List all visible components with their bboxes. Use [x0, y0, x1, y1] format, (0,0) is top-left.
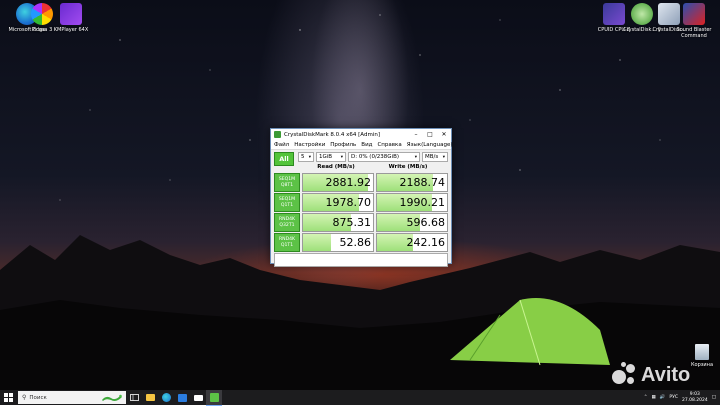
- menu-item-language[interactable]: Язык(Language): [407, 142, 453, 148]
- avito-watermark: Avito: [612, 362, 690, 388]
- mail-icon: [193, 394, 203, 401]
- network-icon[interactable]: ▦: [651, 395, 655, 400]
- read-header: Read (MB/s): [317, 164, 355, 170]
- test-button[interactable]: SEQ1M Q8T1: [274, 173, 300, 192]
- test-size-value: 1GiB: [319, 154, 333, 160]
- desktop-icon-kmplayer[interactable]: KMPlayer 64X: [45, 3, 97, 33]
- task-view-icon: [129, 394, 139, 401]
- write-result: 596.68: [376, 213, 448, 232]
- search-placeholder: Поиск: [29, 394, 47, 401]
- test-params: Q32T1: [279, 222, 295, 228]
- tray-chevron-up-icon[interactable]: ⌃: [644, 395, 648, 400]
- chevron-down-icon: ▾: [442, 154, 445, 160]
- window-title: CrystalDiskMark 8.0.4 x64 [Admin]: [284, 131, 380, 138]
- read-result: 2881.92: [302, 173, 374, 192]
- read-value: 1978.70: [325, 196, 372, 209]
- read-value: 2881.92: [325, 176, 372, 189]
- avito-wordmark: Avito: [641, 363, 691, 386]
- result-row: RND4K Q32T1 875.31 596.68: [274, 213, 448, 232]
- menu-item-settings[interactable]: Настройки: [294, 142, 325, 148]
- write-result: 1990.21: [376, 193, 448, 212]
- test-size-select[interactable]: 1GiB ▾: [316, 152, 346, 162]
- store-icon: [177, 393, 187, 402]
- maximize-button[interactable]: □: [423, 129, 437, 140]
- soundblaster-icon: [683, 3, 705, 25]
- test-count-value: 5: [301, 154, 305, 160]
- task-view-button[interactable]: [126, 390, 142, 405]
- desktop-icon-soundblaster[interactable]: Sound Blaster Command: [668, 3, 720, 39]
- crystaldisk-icon: [209, 392, 219, 402]
- volume-icon[interactable]: 🔊: [660, 395, 666, 400]
- test-params: Q1T1: [280, 242, 294, 248]
- desktop-icon-label: Sound Blaster Command: [676, 27, 712, 39]
- system-tray: ⌃ ▦ 🔊 РУС 9:03 27.08.2024 □: [644, 392, 720, 403]
- taskbar-store[interactable]: [174, 390, 190, 405]
- desktop-icon-label: KMPlayer 64X: [53, 27, 89, 33]
- test-button[interactable]: SEQ1M Q1T1: [274, 193, 300, 212]
- unit-value: MB/s: [425, 154, 439, 160]
- edge-icon: [161, 393, 171, 402]
- read-bar: [303, 234, 331, 251]
- write-result: 242.16: [376, 233, 448, 252]
- windows-logo-icon: [3, 393, 13, 402]
- clock-date: 27.08.2024: [681, 397, 708, 403]
- write-value: 2188.74: [399, 176, 446, 189]
- read-result: 52.86: [302, 233, 374, 252]
- clock[interactable]: 9:03 27.08.2024: [682, 392, 708, 403]
- menu-item-profile[interactable]: Профиль: [330, 142, 356, 148]
- write-value: 596.68: [406, 216, 446, 229]
- drive-value: D: 0% (0/238GiB): [351, 154, 400, 160]
- folder-icon: [145, 394, 155, 401]
- chevron-down-icon: ▾: [308, 154, 311, 160]
- results-table: SEQ1M Q8T1 2881.92 2188.74 SEQ1M Q1T1 1978.70 1…: [271, 173, 451, 252]
- read-result: 875.31: [302, 213, 374, 232]
- test-button[interactable]: RND4K Q1T1: [274, 233, 300, 252]
- crystaldisk-icon: [274, 131, 281, 138]
- taskbar: ⚲ Поиск ⌃ ▦ 🔊 РУС 9:03 27.08.2024 □: [0, 389, 720, 406]
- minimize-button[interactable]: –: [409, 129, 423, 140]
- taskbar-crystaldiskmark[interactable]: [206, 389, 222, 406]
- test-button[interactable]: RND4K Q32T1: [274, 213, 300, 232]
- read-value: 52.86: [339, 236, 372, 249]
- unit-select[interactable]: MB/s ▾: [422, 152, 448, 162]
- write-value: 1990.21: [399, 196, 446, 209]
- taskbar-mail[interactable]: [190, 390, 206, 405]
- avito-logo-icon: [612, 362, 638, 388]
- drive-select[interactable]: D: 0% (0/238GiB) ▾: [348, 152, 420, 162]
- menu-bar: Файл Настройки Профиль Вид Справка Язык(…: [271, 140, 453, 150]
- taskbar-edge[interactable]: [158, 390, 174, 405]
- write-value: 242.16: [406, 236, 446, 249]
- result-row: SEQ1M Q1T1 1978.70 1990.21: [274, 193, 448, 212]
- search-icon: ⚲: [22, 394, 27, 401]
- menu-item-help[interactable]: Справка: [377, 142, 401, 148]
- start-button[interactable]: [0, 390, 16, 405]
- desktop-icon-label: Корзина: [690, 362, 714, 368]
- read-value: 875.31: [332, 216, 372, 229]
- taskbar-file-explorer[interactable]: [142, 390, 158, 405]
- write-result: 2188.74: [376, 173, 448, 192]
- menu-item-file[interactable]: Файл: [274, 142, 289, 148]
- window-titlebar[interactable]: CrystalDiskMark 8.0.4 x64 [Admin] – □ ✕: [271, 129, 451, 140]
- chevron-down-icon: ▾: [414, 154, 417, 160]
- result-row: RND4K Q1T1 52.86 242.16: [274, 233, 448, 252]
- result-row: SEQ1M Q8T1 2881.92 2188.74: [274, 173, 448, 192]
- gecko-search-highlight-icon: [102, 394, 122, 401]
- language-indicator[interactable]: РУС: [669, 395, 678, 400]
- test-params: Q8T1: [280, 182, 294, 188]
- read-result: 1978.70: [302, 193, 374, 212]
- menu-item-view[interactable]: Вид: [361, 142, 372, 148]
- write-header: Write (MB/s): [388, 164, 428, 170]
- test-count-select[interactable]: 5 ▾: [298, 152, 314, 162]
- chevron-down-icon: ▾: [340, 154, 343, 160]
- kmplayer-icon: [60, 3, 82, 25]
- notifications-icon[interactable]: □: [712, 395, 716, 400]
- test-params: Q1T1: [280, 202, 294, 208]
- close-button[interactable]: ✕: [437, 129, 451, 140]
- taskbar-search[interactable]: ⚲ Поиск: [18, 391, 126, 404]
- comment-input[interactable]: [274, 253, 448, 267]
- recycle-bin-icon: [695, 344, 709, 360]
- crystaldiskmark-window: CrystalDiskMark 8.0.4 x64 [Admin] – □ ✕ …: [270, 128, 453, 267]
